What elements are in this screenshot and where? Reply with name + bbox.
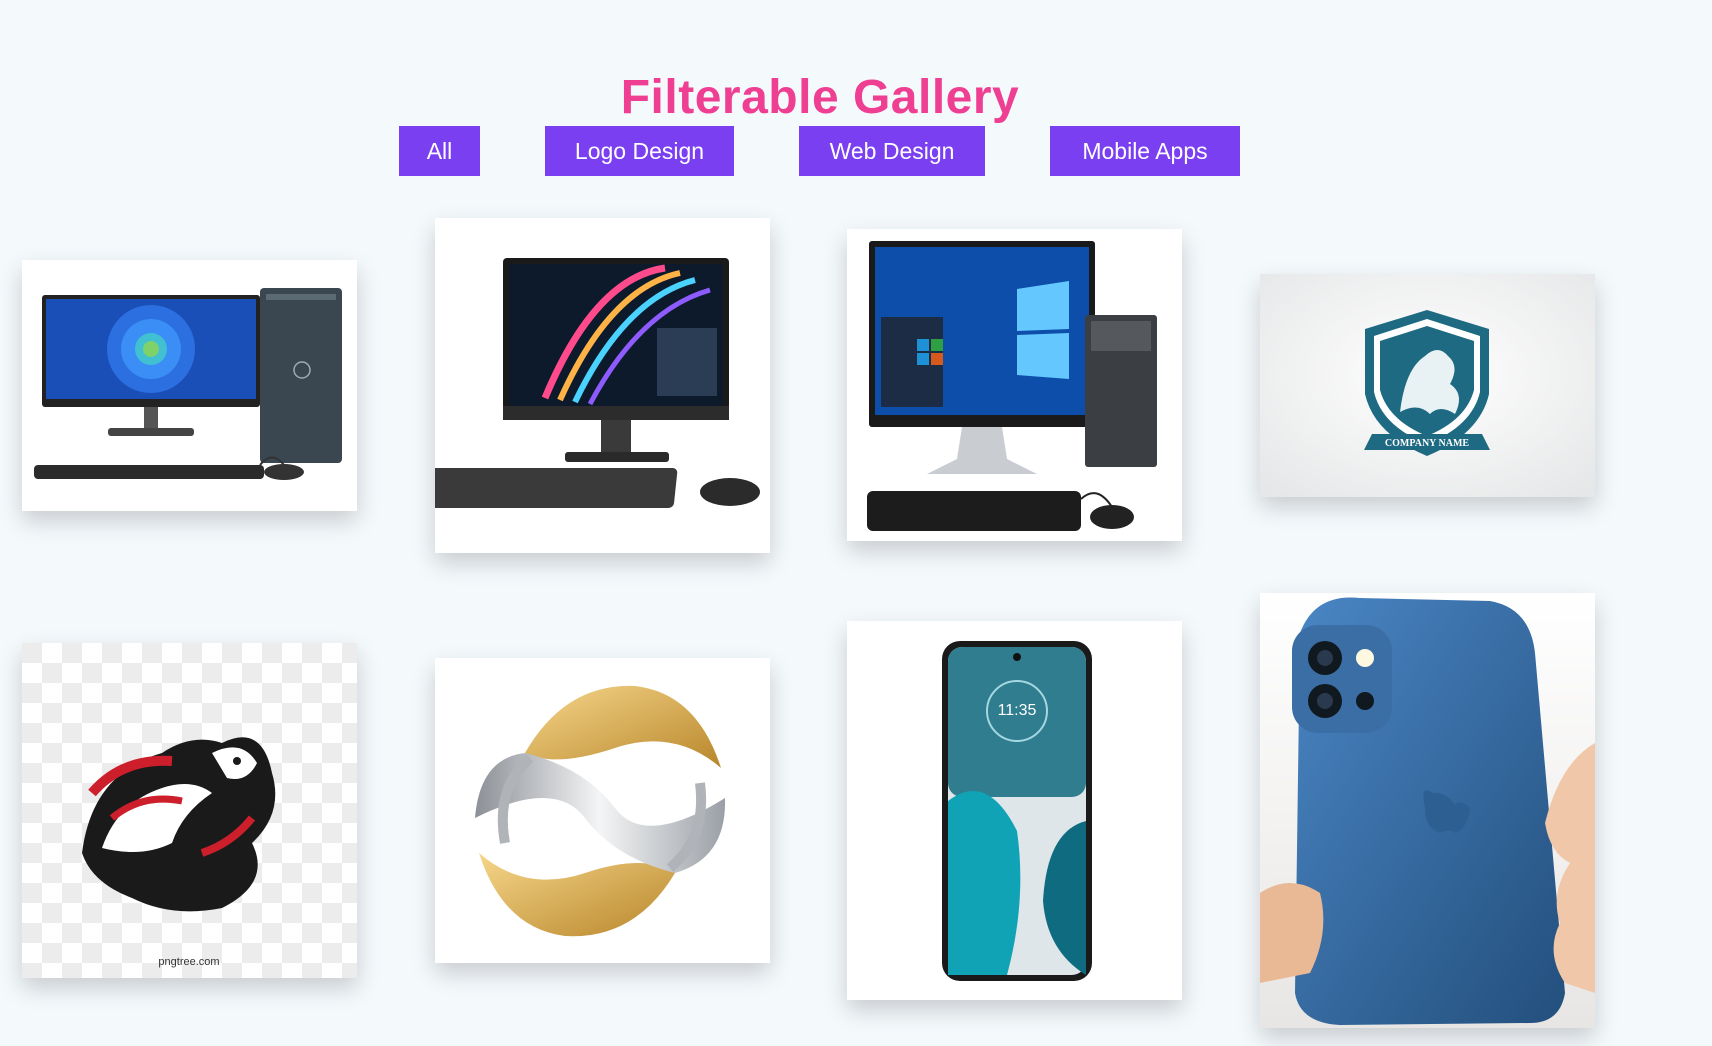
gallery-item[interactable]: COMPANY NAME: [1260, 274, 1595, 497]
gallery-item[interactable]: 11:35: [847, 621, 1182, 1000]
filter-all-button[interactable]: All: [399, 126, 480, 176]
gold-silver-sphere-logo-image: [435, 658, 770, 963]
gallery-item[interactable]: [1260, 593, 1595, 1028]
all-in-one-pc-image: [435, 218, 770, 553]
filter-mobile-apps-button[interactable]: Mobile Apps: [1050, 126, 1240, 176]
logo-caption: COMPANY NAME: [1385, 438, 1469, 449]
desktop-pc-windows-image: [847, 229, 1182, 541]
gallery-item[interactable]: [847, 229, 1182, 541]
page-title: Filterable Gallery: [620, 71, 1020, 125]
watermark-caption: pngtree.com: [158, 956, 219, 968]
android-phone-image: 11:35: [847, 621, 1182, 1000]
desktop-pc-flower-wallpaper-image: [22, 260, 357, 511]
lion-tribal-logo-image: pngtree.com: [22, 643, 357, 978]
phone-clock: 11:35: [998, 702, 1037, 719]
filter-web-design-button[interactable]: Web Design: [799, 126, 985, 176]
filter-logo-design-button[interactable]: Logo Design: [545, 126, 734, 176]
gallery-item[interactable]: [22, 260, 357, 511]
blue-iphone-in-hand-image: [1260, 593, 1595, 1028]
shield-company-logo-image: COMPANY NAME: [1260, 274, 1595, 497]
gallery-item[interactable]: [435, 658, 770, 963]
gallery-item[interactable]: pngtree.com: [22, 643, 357, 978]
filter-bar: All Logo Design Web Design Mobile Apps: [0, 126, 1712, 176]
gallery-item[interactable]: [435, 218, 770, 553]
